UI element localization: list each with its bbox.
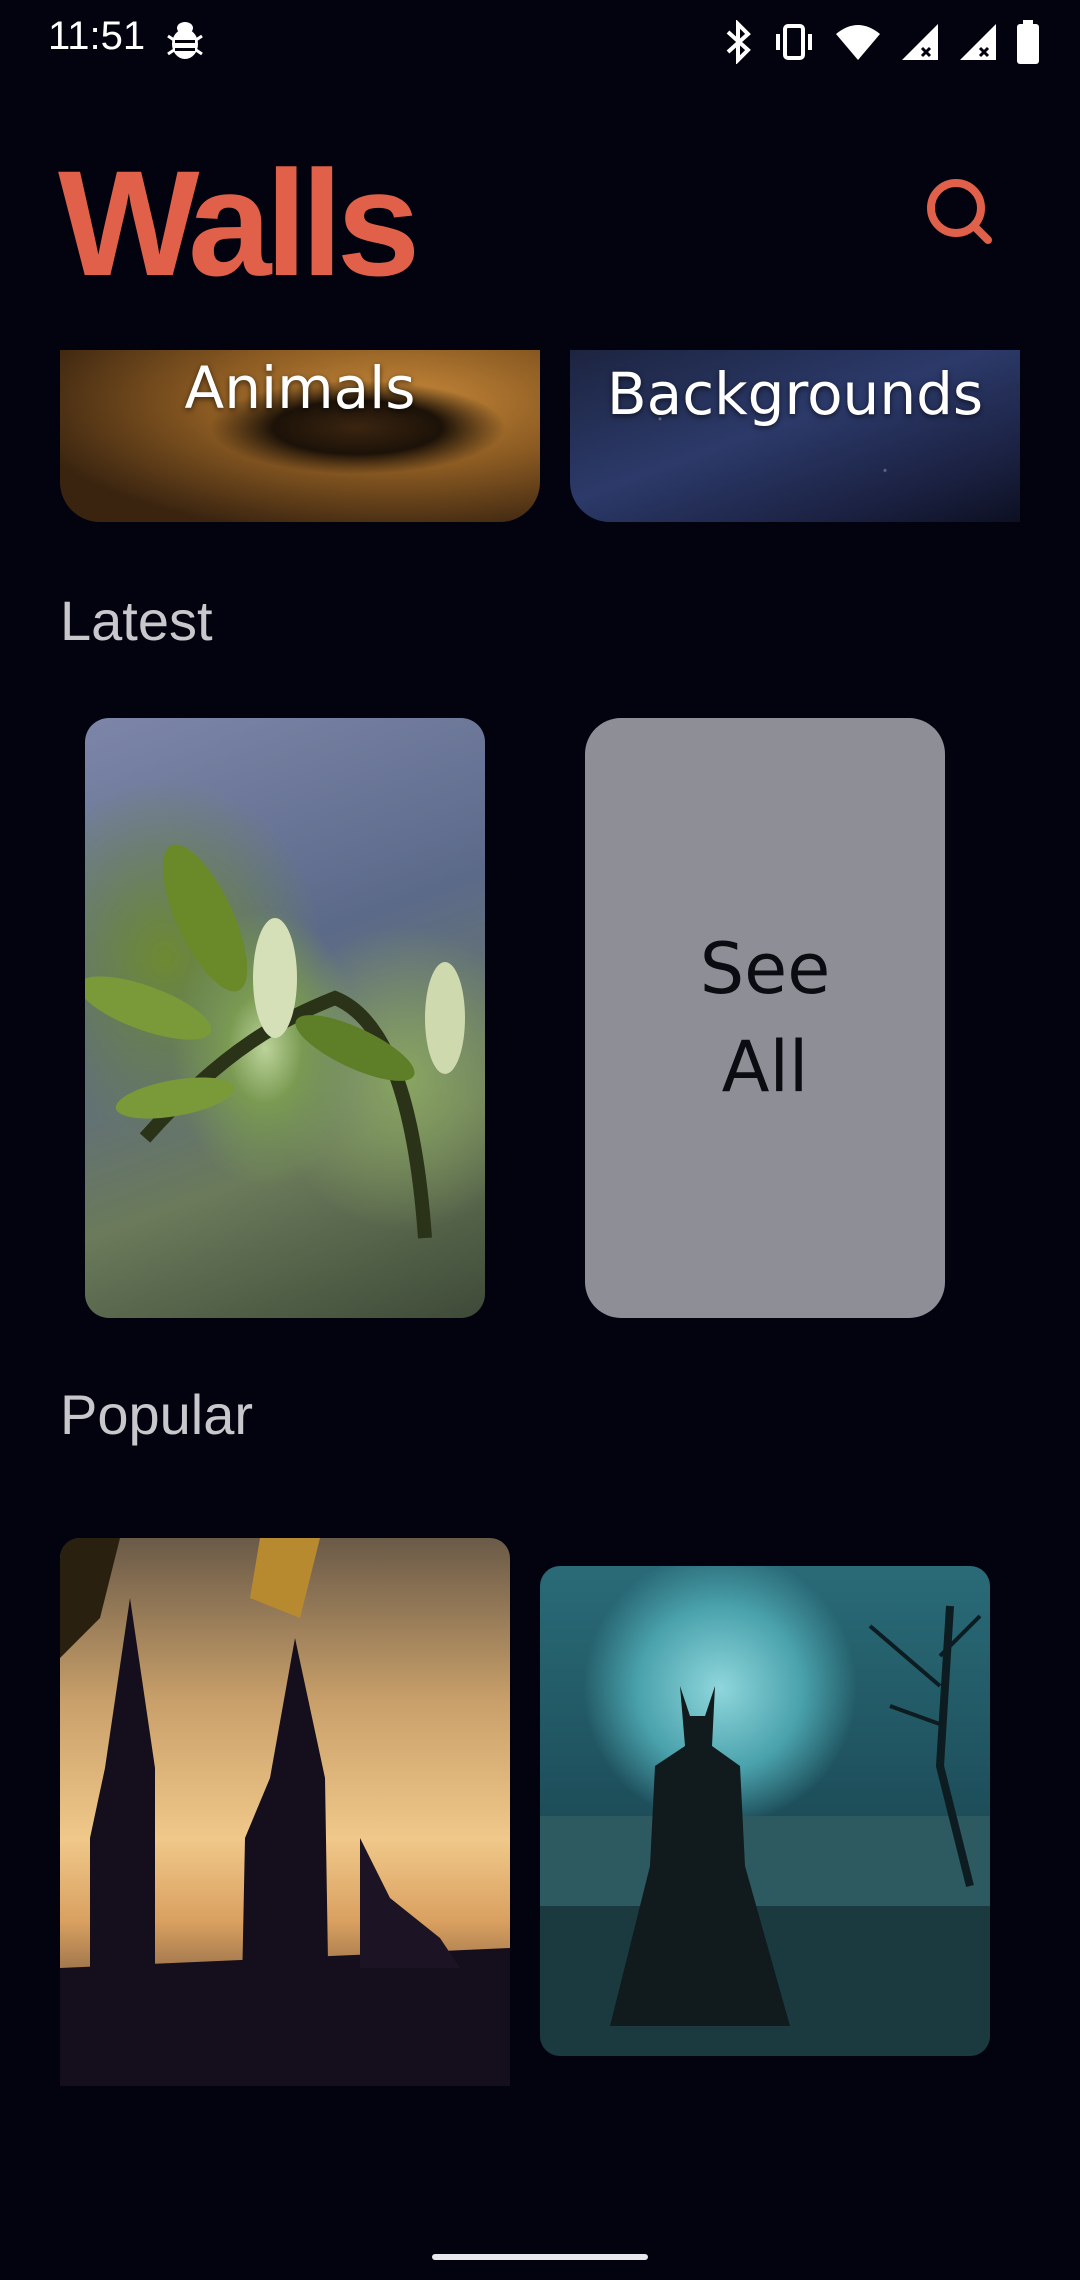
search-icon: [927, 179, 992, 244]
wifi-icon: [836, 25, 880, 60]
category-backgrounds[interactable]: Backgrounds: [570, 350, 1020, 522]
status-time: 11:51: [48, 14, 146, 58]
see-all-label: See All: [699, 928, 831, 1108]
category-label: Backgrounds: [606, 360, 984, 428]
wallpaper-thumbnail[interactable]: [60, 1538, 510, 2086]
search-button[interactable]: [920, 172, 1000, 252]
cathedral-image: [60, 1538, 510, 2086]
vibrate-icon: [776, 24, 812, 60]
signal-icon: [902, 24, 938, 60]
home-indicator[interactable]: [432, 2254, 648, 2260]
section-title-latest: Latest: [60, 589, 213, 652]
app-title: Walls: [58, 139, 420, 307]
plant-image: [85, 844, 465, 1239]
batman-image: [540, 1605, 990, 2056]
category-label: Animals: [184, 354, 416, 422]
see-all-button[interactable]: See All: [585, 718, 945, 1318]
status-icons: [724, 18, 1040, 66]
wallpaper-thumbnail[interactable]: [540, 1566, 990, 2056]
signal-icon: [960, 24, 996, 60]
bluetooth-icon: [726, 20, 751, 64]
battery-icon: [1017, 20, 1039, 64]
category-animals[interactable]: Animals: [60, 350, 540, 522]
section-title-popular: Popular: [60, 1383, 254, 1446]
debug-bug-icon: [167, 22, 203, 59]
status-bar: 11:51: [0, 0, 1080, 84]
wallpaper-thumbnail[interactable]: [85, 718, 485, 1318]
